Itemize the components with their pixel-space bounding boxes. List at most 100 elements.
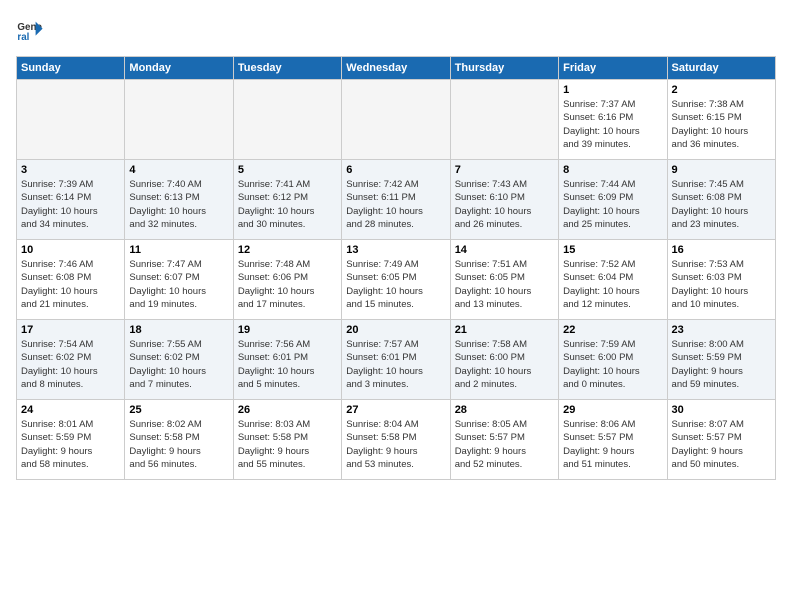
calendar-cell	[450, 80, 558, 160]
day-number: 8	[563, 164, 662, 176]
header: Gene ral	[16, 16, 776, 44]
day-info: Sunrise: 7:48 AM Sunset: 6:06 PM Dayligh…	[238, 258, 337, 311]
day-number: 23	[672, 324, 771, 336]
day-info: Sunrise: 8:02 AM Sunset: 5:58 PM Dayligh…	[129, 418, 228, 471]
calendar-week-row: 17 Sunrise: 7:54 AM Sunset: 6:02 PM Dayli…	[17, 320, 776, 400]
calendar-week-row: 1 Sunrise: 7:37 AM Sunset: 6:16 PM Daylig…	[17, 80, 776, 160]
calendar-week-row: 3 Sunrise: 7:39 AM Sunset: 6:14 PM Daylig…	[17, 160, 776, 240]
day-number: 12	[238, 244, 337, 256]
day-info: Sunrise: 7:44 AM Sunset: 6:09 PM Dayligh…	[563, 178, 662, 231]
calendar-cell: 30Sunrise: 8:07 AM Sunset: 5:57 PM Dayli…	[667, 400, 775, 480]
day-number: 25	[129, 404, 228, 416]
day-number: 6	[346, 164, 445, 176]
day-info: Sunrise: 8:01 AM Sunset: 5:59 PM Dayligh…	[21, 418, 120, 471]
calendar-cell: 3 Sunrise: 7:39 AM Sunset: 6:14 PM Daylig…	[17, 160, 125, 240]
calendar-cell: 9Sunrise: 7:45 AM Sunset: 6:08 PM Daylig…	[667, 160, 775, 240]
calendar-cell: 29Sunrise: 8:06 AM Sunset: 5:57 PM Dayli…	[559, 400, 667, 480]
calendar-cell: 15 Sunrise: 7:52 AM Sunset: 6:04 PM Dayli…	[559, 240, 667, 320]
calendar-cell: 10 Sunrise: 7:46 AM Sunset: 6:08 PM Dayli…	[17, 240, 125, 320]
day-number: 3	[21, 164, 120, 176]
day-number: 27	[346, 404, 445, 416]
calendar-cell: 14 Sunrise: 7:51 AM Sunset: 6:05 PM Dayli…	[450, 240, 558, 320]
calendar-cell	[17, 80, 125, 160]
calendar-cell: 24 Sunrise: 8:01 AM Sunset: 5:59 PM Dayli…	[17, 400, 125, 480]
day-number: 16	[672, 244, 771, 256]
day-info: Sunrise: 7:47 AM Sunset: 6:07 PM Dayligh…	[129, 258, 228, 311]
calendar-cell: 20 Sunrise: 7:57 AM Sunset: 6:01 PM Dayli…	[342, 320, 450, 400]
day-number: 1	[563, 84, 662, 96]
svg-text:ral: ral	[17, 32, 29, 43]
calendar-cell: 17 Sunrise: 7:54 AM Sunset: 6:02 PM Dayli…	[17, 320, 125, 400]
weekday-header: Friday	[559, 57, 667, 80]
day-info: Sunrise: 7:40 AM Sunset: 6:13 PM Dayligh…	[129, 178, 228, 231]
weekday-header: Sunday	[17, 57, 125, 80]
weekday-header: Thursday	[450, 57, 558, 80]
day-info: Sunrise: 8:04 AM Sunset: 5:58 PM Dayligh…	[346, 418, 445, 471]
day-info: Sunrise: 7:37 AM Sunset: 6:16 PM Dayligh…	[563, 98, 662, 151]
weekday-header: Saturday	[667, 57, 775, 80]
day-info: Sunrise: 7:42 AM Sunset: 6:11 PM Dayligh…	[346, 178, 445, 231]
day-number: 29	[563, 404, 662, 416]
calendar-cell: 16 Sunrise: 7:53 AM Sunset: 6:03 PM Dayli…	[667, 240, 775, 320]
day-info: Sunrise: 7:52 AM Sunset: 6:04 PM Dayligh…	[563, 258, 662, 311]
calendar-cell: 18Sunrise: 7:55 AM Sunset: 6:02 PM Dayli…	[125, 320, 233, 400]
day-info: Sunrise: 7:41 AM Sunset: 6:12 PM Dayligh…	[238, 178, 337, 231]
calendar-cell: 6 Sunrise: 7:42 AM Sunset: 6:11 PM Daylig…	[342, 160, 450, 240]
day-number: 11	[129, 244, 228, 256]
weekday-header: Monday	[125, 57, 233, 80]
day-info: Sunrise: 8:03 AM Sunset: 5:58 PM Dayligh…	[238, 418, 337, 471]
calendar-cell: 13Sunrise: 7:49 AM Sunset: 6:05 PM Dayli…	[342, 240, 450, 320]
weekday-header: Tuesday	[233, 57, 341, 80]
day-info: Sunrise: 7:57 AM Sunset: 6:01 PM Dayligh…	[346, 338, 445, 391]
day-number: 26	[238, 404, 337, 416]
day-number: 24	[21, 404, 120, 416]
calendar-cell: 23 Sunrise: 8:00 AM Sunset: 5:59 PM Dayli…	[667, 320, 775, 400]
calendar-cell: 8 Sunrise: 7:44 AM Sunset: 6:09 PM Daylig…	[559, 160, 667, 240]
day-number: 19	[238, 324, 337, 336]
day-number: 2	[672, 84, 771, 96]
day-info: Sunrise: 7:59 AM Sunset: 6:00 PM Dayligh…	[563, 338, 662, 391]
weekday-header: Wednesday	[342, 57, 450, 80]
calendar-cell: 25 Sunrise: 8:02 AM Sunset: 5:58 PM Dayli…	[125, 400, 233, 480]
day-info: Sunrise: 7:43 AM Sunset: 6:10 PM Dayligh…	[455, 178, 554, 231]
day-number: 4	[129, 164, 228, 176]
day-number: 5	[238, 164, 337, 176]
calendar-cell: 11 Sunrise: 7:47 AM Sunset: 6:07 PM Dayli…	[125, 240, 233, 320]
day-info: Sunrise: 7:53 AM Sunset: 6:03 PM Dayligh…	[672, 258, 771, 311]
calendar-cell: 4 Sunrise: 7:40 AM Sunset: 6:13 PM Daylig…	[125, 160, 233, 240]
day-info: Sunrise: 8:00 AM Sunset: 5:59 PM Dayligh…	[672, 338, 771, 391]
calendar-week-row: 24 Sunrise: 8:01 AM Sunset: 5:59 PM Dayli…	[17, 400, 776, 480]
logo-icon: Gene ral	[16, 16, 44, 44]
day-number: 21	[455, 324, 554, 336]
day-info: Sunrise: 7:51 AM Sunset: 6:05 PM Dayligh…	[455, 258, 554, 311]
day-number: 20	[346, 324, 445, 336]
calendar-cell: 27 Sunrise: 8:04 AM Sunset: 5:58 PM Dayli…	[342, 400, 450, 480]
day-number: 22	[563, 324, 662, 336]
day-info: Sunrise: 7:49 AM Sunset: 6:05 PM Dayligh…	[346, 258, 445, 311]
day-number: 17	[21, 324, 120, 336]
day-number: 7	[455, 164, 554, 176]
calendar-header-row: SundayMondayTuesdayWednesdayThursdayFrid…	[17, 57, 776, 80]
calendar-week-row: 10 Sunrise: 7:46 AM Sunset: 6:08 PM Dayli…	[17, 240, 776, 320]
calendar-cell	[125, 80, 233, 160]
calendar-cell: 2 Sunrise: 7:38 AM Sunset: 6:15 PM Daylig…	[667, 80, 775, 160]
day-number: 14	[455, 244, 554, 256]
calendar-cell: 12 Sunrise: 7:48 AM Sunset: 6:06 PM Dayli…	[233, 240, 341, 320]
day-info: Sunrise: 8:07 AM Sunset: 5:57 PM Dayligh…	[672, 418, 771, 471]
logo: Gene ral	[16, 16, 48, 44]
day-info: Sunrise: 7:45 AM Sunset: 6:08 PM Dayligh…	[672, 178, 771, 231]
day-info: Sunrise: 7:38 AM Sunset: 6:15 PM Dayligh…	[672, 98, 771, 151]
calendar-cell: 19 Sunrise: 7:56 AM Sunset: 6:01 PM Dayli…	[233, 320, 341, 400]
calendar-cell	[233, 80, 341, 160]
day-number: 18	[129, 324, 228, 336]
day-info: Sunrise: 8:05 AM Sunset: 5:57 PM Dayligh…	[455, 418, 554, 471]
day-number: 15	[563, 244, 662, 256]
calendar-cell: 28Sunrise: 8:05 AM Sunset: 5:57 PM Dayli…	[450, 400, 558, 480]
calendar-cell: 26 Sunrise: 8:03 AM Sunset: 5:58 PM Dayli…	[233, 400, 341, 480]
day-info: Sunrise: 7:54 AM Sunset: 6:02 PM Dayligh…	[21, 338, 120, 391]
day-info: Sunrise: 7:56 AM Sunset: 6:01 PM Dayligh…	[238, 338, 337, 391]
calendar-cell: 21Sunrise: 7:58 AM Sunset: 6:00 PM Dayli…	[450, 320, 558, 400]
day-info: Sunrise: 7:39 AM Sunset: 6:14 PM Dayligh…	[21, 178, 120, 231]
day-info: Sunrise: 7:46 AM Sunset: 6:08 PM Dayligh…	[21, 258, 120, 311]
day-number: 10	[21, 244, 120, 256]
